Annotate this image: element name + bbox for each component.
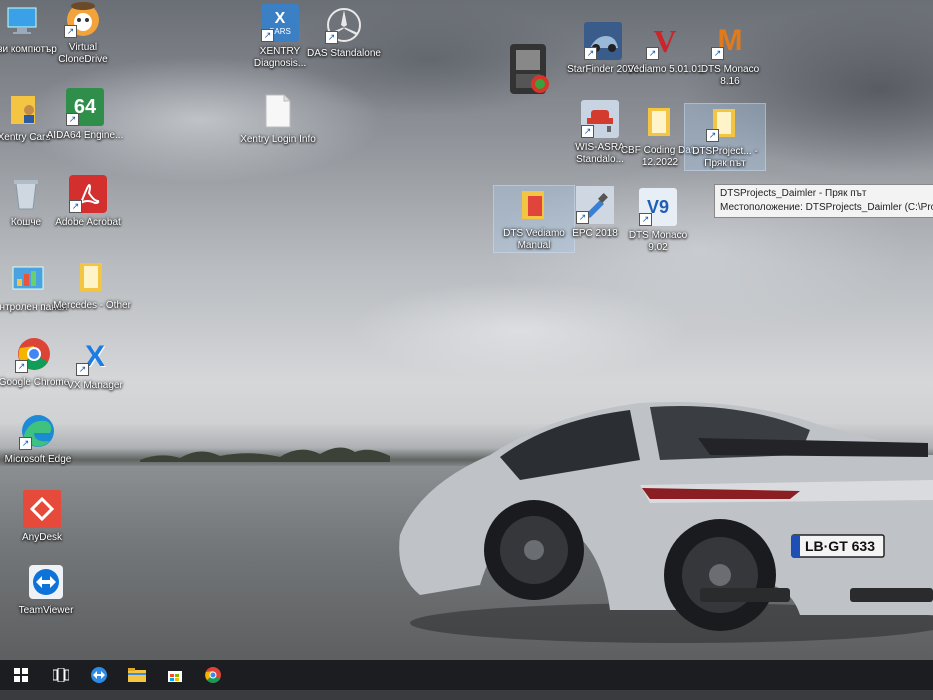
taskbar-file-explorer[interactable]: [118, 660, 156, 690]
shortcut-arrow-icon: ↗: [646, 47, 659, 60]
icon-label: Adobe Acrobat: [55, 217, 121, 228]
shortcut-arrow-icon: ↗: [15, 360, 28, 373]
chrome-icon: [205, 667, 221, 683]
folder-icon: [73, 258, 111, 296]
pdf-folder-icon: [515, 186, 553, 224]
recycle-bin-icon: [7, 175, 45, 213]
desktop-icon-xentry-login-info[interactable]: Xentry Login Info: [238, 92, 318, 146]
icon-label: Xentry Login Info: [240, 134, 316, 145]
icon-label: Mercedes - Other: [53, 300, 131, 311]
icon-label: DTSProject... - Пряк път: [692, 146, 758, 169]
anydesk-icon: [23, 490, 61, 528]
aida64-icon: 64 ↗: [66, 88, 104, 126]
edge-icon: ↗: [19, 412, 57, 450]
desktop-icon-virtual-clonedrive[interactable]: ↗ Virtual CloneDrive: [43, 0, 123, 66]
shortcut-arrow-icon: ↗: [66, 113, 79, 126]
taskbar-teamviewer[interactable]: [80, 660, 118, 690]
shortcut-arrow-icon: ↗: [69, 200, 82, 213]
tooltip-line-2: Местоположение: DTSProjects_Daimler (C:\…: [720, 202, 933, 213]
desktop-icon-vx-manager[interactable]: X ↗ VX Manager: [55, 338, 135, 392]
store-bag-icon: [168, 671, 182, 682]
mercedes-star-icon: ↗: [325, 6, 363, 44]
shortcut-arrow-icon: ↗: [261, 29, 274, 42]
adobe-acrobat-icon: ↗: [69, 175, 107, 213]
teamviewer-icon: [27, 563, 65, 601]
chrome-icon: ↗: [15, 335, 53, 373]
desktop-icon-das-standalone[interactable]: ↗ DAS Standalone: [304, 6, 384, 60]
spark-plug-icon: ↗: [576, 186, 614, 224]
folder-icon: [641, 103, 679, 141]
vediamo-icon: V ↗: [646, 22, 684, 60]
shortcut-arrow-icon: ↗: [584, 47, 597, 60]
taskbar-store[interactable]: [156, 660, 194, 690]
shortcut-tooltip: DTSProjects_Daimler - Пряк път Местополо…: [714, 184, 933, 218]
desktop-icon-microsoft-edge[interactable]: ↗ Microsoft Edge: [0, 412, 78, 466]
xentry-icon-text: X: [274, 9, 286, 27]
desktop-icon-dtsprojects-shortcut[interactable]: ↗ DTSProject... - Пряк път: [684, 103, 766, 171]
desktop-icon-dts-monaco-902[interactable]: V9 ↗ DTS Monaco 9.02: [618, 188, 698, 254]
desktop-icon-adobe-acrobat[interactable]: ↗ Adobe Acrobat: [48, 175, 128, 229]
taskbar-chrome[interactable]: [194, 660, 232, 690]
xentry-icon: X SARS ↗: [261, 4, 299, 42]
user-folder-icon: [5, 90, 43, 128]
vx-manager-icon: X ↗: [76, 338, 114, 376]
task-view-icon: [53, 668, 69, 682]
start-button[interactable]: [0, 660, 42, 690]
sheep-icon: ↗: [64, 0, 102, 38]
text-file-icon: [259, 92, 297, 130]
taskbar: [0, 660, 933, 690]
desktop-background: LB·GT 633 Този компютър ↗ Virtual CloneD…: [0, 0, 933, 660]
shortcut-arrow-icon: ↗: [76, 363, 89, 376]
shortcut-arrow-icon: ↗: [576, 211, 589, 224]
icon-label: DTS Monaco 9.02: [628, 230, 688, 253]
shortcut-arrow-icon: ↗: [19, 437, 32, 450]
desktop-icon-unlabeled-tool[interactable]: [488, 42, 568, 102]
tooltip-line-1: DTSProjects_Daimler - Пряк път: [720, 188, 867, 199]
teamviewer-icon: [91, 667, 107, 683]
control-panel-icon: [9, 260, 47, 298]
sports-car-image: LB·GT 633: [399, 401, 933, 643]
task-view-button[interactable]: [42, 660, 80, 690]
tree-line: [140, 447, 390, 462]
computer-icon: [3, 2, 41, 40]
shortcut-arrow-icon: ↗: [325, 31, 338, 44]
shortcut-arrow-icon: ↗: [64, 25, 77, 38]
icon-label: Microsoft Edge: [4, 454, 72, 465]
desktop-icon-teamviewer[interactable]: TeamViewer: [6, 563, 86, 617]
shortcut-arrow-icon: ↗: [711, 47, 724, 60]
icon-label: VX Manager: [67, 380, 123, 391]
dts-monaco-icon: V9 ↗: [639, 188, 677, 226]
icon-label: AIDA64 Engine...: [46, 130, 124, 141]
icon-label: DAS Standalone: [307, 48, 381, 59]
desktop-icon-anydesk[interactable]: AnyDesk: [2, 490, 82, 544]
car-lift-icon: ↗: [581, 100, 619, 138]
desktop-icon-dts-monaco-816[interactable]: M ↗ DTS Monaco 8.16: [690, 22, 770, 88]
license-plate: LB·GT 633: [805, 538, 875, 554]
icon-label: Virtual CloneDrive: [58, 42, 108, 65]
icon-label: AnyDesk: [21, 532, 62, 543]
icon-label: TeamViewer: [18, 605, 74, 616]
windows-logo-icon: [14, 668, 28, 682]
starfinder-icon: ↗: [584, 22, 622, 60]
dts-monaco-icon: M ↗: [711, 22, 749, 60]
shortcut-arrow-icon: ↗: [639, 213, 652, 226]
icon-label: DTS Monaco 8.16: [700, 64, 760, 87]
folder-icon: [128, 668, 146, 682]
desktop-icon-aida64[interactable]: 64 ↗ AIDA64 Engine...: [45, 88, 125, 142]
diagnostic-tool-icon: [504, 42, 552, 98]
desktop-icon-mercedes-other[interactable]: Mercedes - Other: [52, 258, 132, 312]
folder-icon: ↗: [706, 104, 744, 142]
shortcut-arrow-icon: ↗: [581, 125, 594, 138]
shortcut-arrow-icon: ↗: [706, 129, 719, 142]
monitor-bezel: [0, 690, 933, 700]
